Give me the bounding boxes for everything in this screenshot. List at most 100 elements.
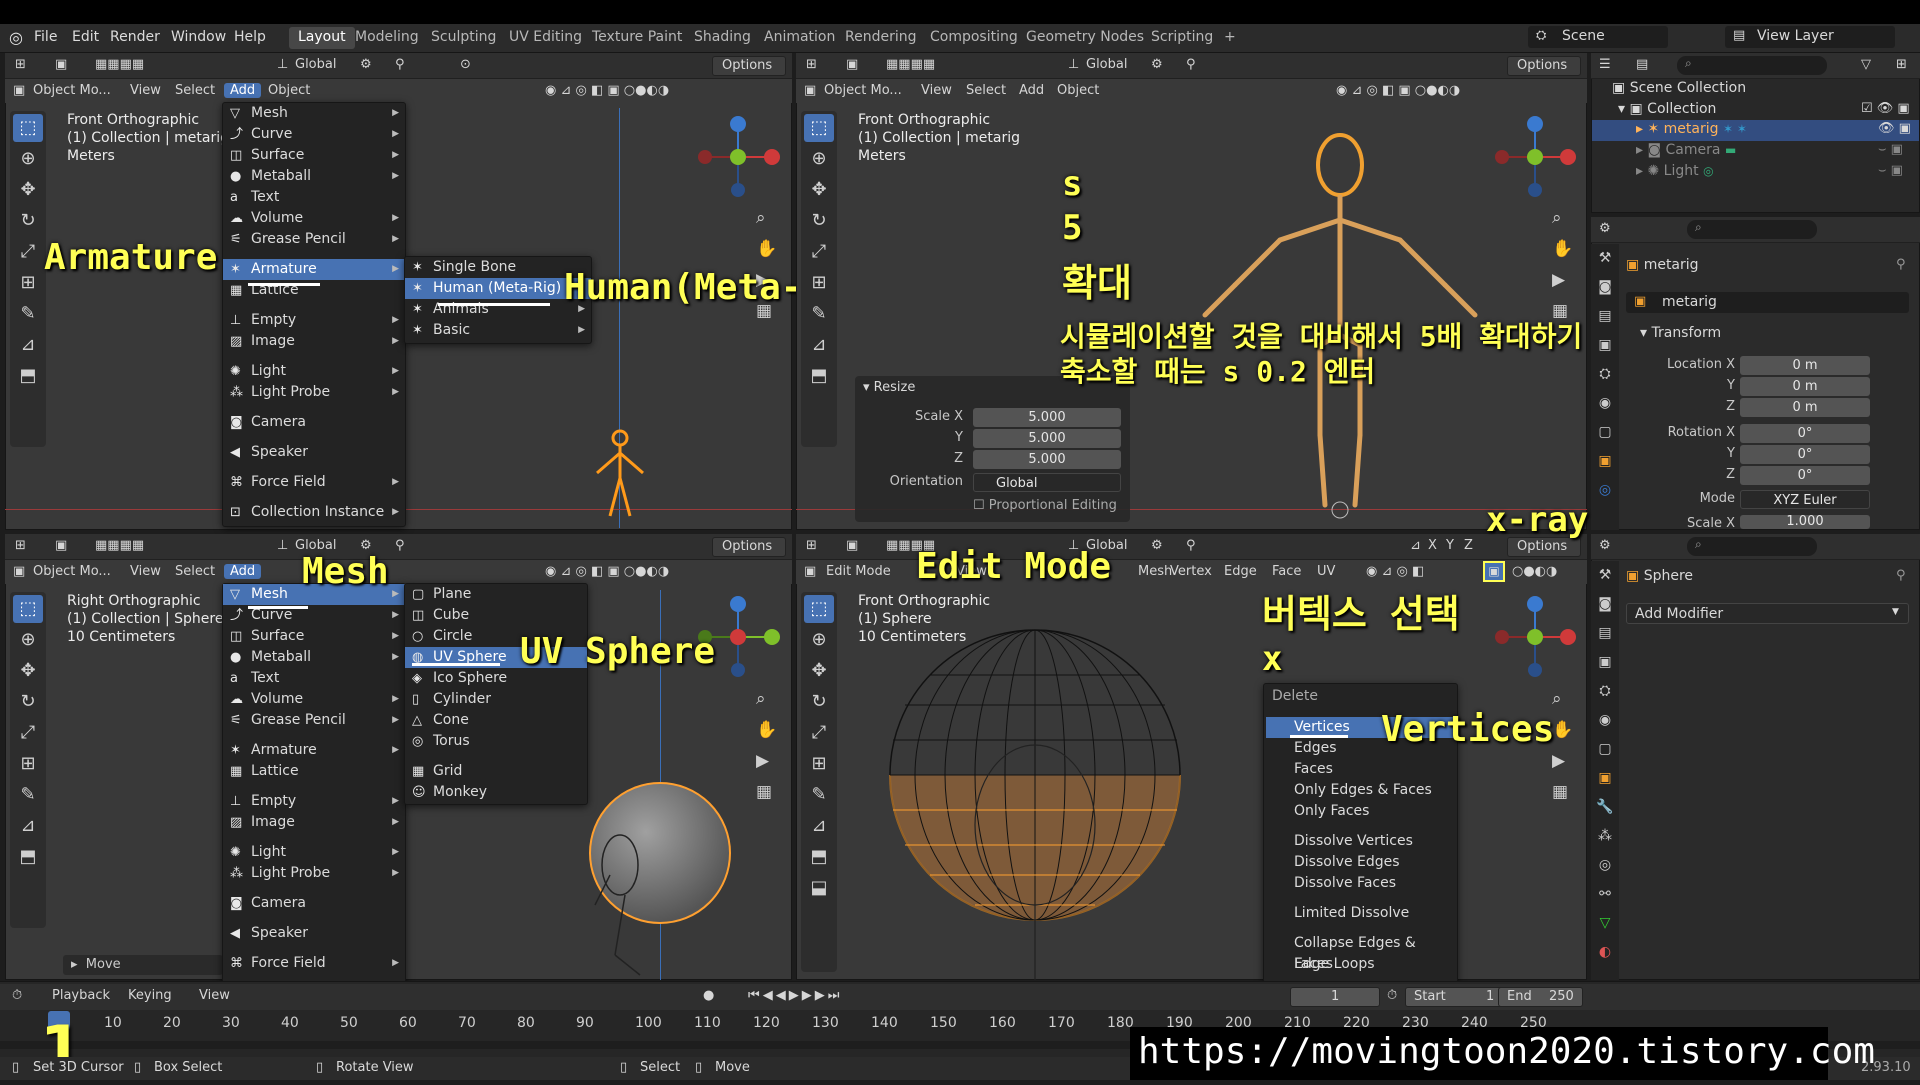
add-armature-item[interactable]: ✶ Armature ▶ (223, 259, 405, 280)
collapse-edges-faces-item[interactable]: Collapse Edges & Faces (1266, 933, 1457, 972)
scene-tab-icon[interactable]: ⛭ (1591, 360, 1619, 389)
tab-animation[interactable]: Animation (755, 27, 844, 49)
add-curve-item[interactable]: ⤴ Curve ▶ (223, 124, 405, 145)
timeline-view-menu[interactable]: View (199, 988, 230, 1003)
camera-view-icon[interactable]: ▶ (756, 746, 777, 777)
mirror-y-toggle[interactable]: Y (1446, 538, 1454, 553)
move-tool-icon[interactable]: ✥ (13, 176, 43, 204)
extrude-tool-icon[interactable]: ⬓ (804, 874, 834, 902)
options-button[interactable]: Options (1507, 56, 1581, 76)
mesh-menu[interactable]: Mesh (1138, 564, 1172, 579)
cursor-tool-icon[interactable]: ⊕ (804, 626, 834, 654)
object-menu[interactable]: Object (1057, 83, 1099, 98)
camera-visibility-icons[interactable]: ⌣ ▣ (1878, 142, 1903, 157)
add-speaker-item[interactable]: ◀ Speaker (223, 923, 405, 944)
tab-rendering[interactable]: Rendering (836, 27, 926, 49)
rotation-mode-dropdown[interactable]: XYZ Euler (1740, 490, 1870, 509)
select-mode-icon[interactable]: ▣ (55, 538, 67, 553)
object-menu[interactable]: Object (268, 83, 310, 98)
add-cube-tool-icon[interactable]: ⬒ (13, 843, 43, 871)
select-box-tool-icon[interactable]: ⬚ (804, 595, 834, 623)
select-menu[interactable]: Select (175, 564, 215, 579)
select-box-tool-icon[interactable]: ⬚ (13, 114, 43, 142)
properties-editor-icon[interactable]: ⚙ (1599, 538, 1611, 553)
add-workspace-button[interactable]: + (1215, 27, 1245, 49)
rotate-tool-icon[interactable]: ↻ (13, 688, 43, 716)
pivot-icon[interactable]: ⚙ (1151, 538, 1163, 553)
tab-layout[interactable]: Layout (289, 27, 355, 49)
add-grease-pencil-item[interactable]: ⚟ Grease Pencil ▶ (223, 229, 405, 250)
add-collection-instance-item[interactable]: ⊡Collection Instance▶ (223, 502, 405, 523)
rotate-tool-icon[interactable]: ↻ (804, 688, 834, 716)
move-tool-icon[interactable]: ✥ (804, 657, 834, 685)
proportional-editing-checkbox[interactable]: ☐ Proportional Editing (973, 498, 1117, 513)
transform-orientation[interactable]: Global (295, 57, 336, 72)
object-tab-icon[interactable]: ▣ (1591, 447, 1619, 476)
dissolve-faces-item[interactable]: Dissolve Faces (1266, 873, 1457, 894)
transform-panel-header[interactable]: ▾ Transform (1640, 325, 1721, 341)
pivot-icon[interactable]: ⚙ (360, 57, 372, 72)
add-menu[interactable]: Add (224, 83, 262, 98)
visibility-icon[interactable]: ◉ ⊿ ◎ ◧ ▣ ○●◐◑ (545, 564, 669, 579)
collection-tab-icon[interactable]: ▢ (1591, 418, 1619, 447)
tab-shading[interactable]: Shading (685, 27, 760, 49)
render-tab-icon[interactable]: ◙ (1591, 590, 1619, 619)
cone-item[interactable]: △ Cone (405, 710, 587, 731)
outliner-camera-item[interactable]: ▸ ◙ Camera ▬ (1636, 142, 1736, 158)
tool-tab-icon[interactable]: ⚒ (1591, 561, 1619, 590)
add-light-item[interactable]: ✺ Light ▶ (223, 842, 405, 863)
location-y-field[interactable]: 0 m (1740, 377, 1870, 396)
pan-hand-icon[interactable]: ✋ (1552, 715, 1573, 746)
mode-selector[interactable]: Edit Mode (826, 564, 891, 579)
visibility-icon[interactable]: ◉ ⊿ ◎ ◧ ▣ ○●◐◑ (1336, 83, 1460, 98)
add-empty-item[interactable]: ⊥ Empty ▶ (223, 310, 405, 331)
add-speaker-item[interactable]: ◀ Speaker (223, 442, 405, 463)
snap-icon[interactable]: ⚲ (395, 538, 405, 553)
view-menu[interactable]: View (921, 83, 952, 98)
location-z-field[interactable]: 0 m (1740, 398, 1870, 417)
rotate-tool-icon[interactable]: ↻ (804, 207, 834, 235)
cube-item[interactable]: ◫ Cube (405, 605, 587, 626)
pin-icon[interactable]: ⚲ (1896, 568, 1906, 583)
options-button[interactable]: Options (712, 537, 786, 557)
selection-modes-icon[interactable]: ▦▦▦▦ (95, 57, 144, 72)
location-x-field[interactable]: 0 m (1740, 356, 1870, 375)
mirror-x-toggle[interactable]: X (1428, 538, 1437, 553)
add-image-item[interactable]: ▨ Image ▶ (223, 812, 405, 833)
menu-render[interactable]: Render (110, 29, 160, 45)
dissolve-edges-item[interactable]: Dissolve Edges (1266, 852, 1457, 873)
rotation-y-field[interactable]: 0° (1740, 445, 1870, 464)
scale-x-field[interactable]: 1.000 (1740, 515, 1870, 529)
editor-type-icon[interactable]: ⊞ (15, 538, 26, 553)
mirror-toggle-icon[interactable]: ⊿ (1410, 538, 1421, 553)
vertex-menu[interactable]: Vertex (1170, 564, 1212, 579)
properties-search-input[interactable]: ⌕ (1687, 220, 1817, 239)
proportional-icon[interactable]: ⊙ (460, 57, 471, 72)
scale-z-field[interactable]: 5.000 (973, 450, 1121, 469)
world-tab-icon[interactable]: ◉ (1591, 389, 1619, 418)
scene-tab-icon[interactable]: ⛭ (1591, 677, 1619, 706)
last-operator-move[interactable]: ▸ Move (63, 955, 223, 975)
add-camera-item[interactable]: ◙ Camera (223, 893, 405, 914)
scale-tool-icon[interactable]: ⤢ (13, 238, 43, 266)
selection-modes-icon[interactable]: ▦▦▦▦ (95, 538, 144, 553)
stopwatch-icon[interactable]: ⏱ (1387, 988, 1397, 1003)
ortho-grid-icon[interactable]: ▦ (756, 777, 777, 808)
uv-sphere-edit-mesh[interactable] (885, 625, 1185, 980)
snap-icon[interactable]: ⚲ (1186, 538, 1196, 553)
select-mode-icon[interactable]: ▣ (846, 538, 858, 553)
transform-tool-icon[interactable]: ⊞ (804, 269, 834, 297)
face-menu[interactable]: Face (1272, 564, 1301, 579)
rotation-x-field[interactable]: 0° (1740, 424, 1870, 443)
edge-loops-item[interactable]: Edge Loops (1266, 954, 1457, 975)
add-mesh-item[interactable]: ▽ Mesh ▶ (223, 103, 405, 124)
menu-window[interactable]: Window (171, 29, 226, 45)
zoom-icon[interactable]: ⌕ (756, 203, 777, 234)
record-icon[interactable]: ● (703, 988, 714, 1003)
output-tab-icon[interactable]: ▤ (1591, 302, 1619, 331)
modifier-tab-icon[interactable]: 🔧 (1591, 793, 1619, 822)
properties-search-input[interactable]: ⌕ (1687, 537, 1817, 556)
cylinder-item[interactable]: ▯ Cylinder (405, 689, 587, 710)
scale-tool-icon[interactable]: ⤢ (804, 719, 834, 747)
metarig-small[interactable] (585, 428, 655, 520)
